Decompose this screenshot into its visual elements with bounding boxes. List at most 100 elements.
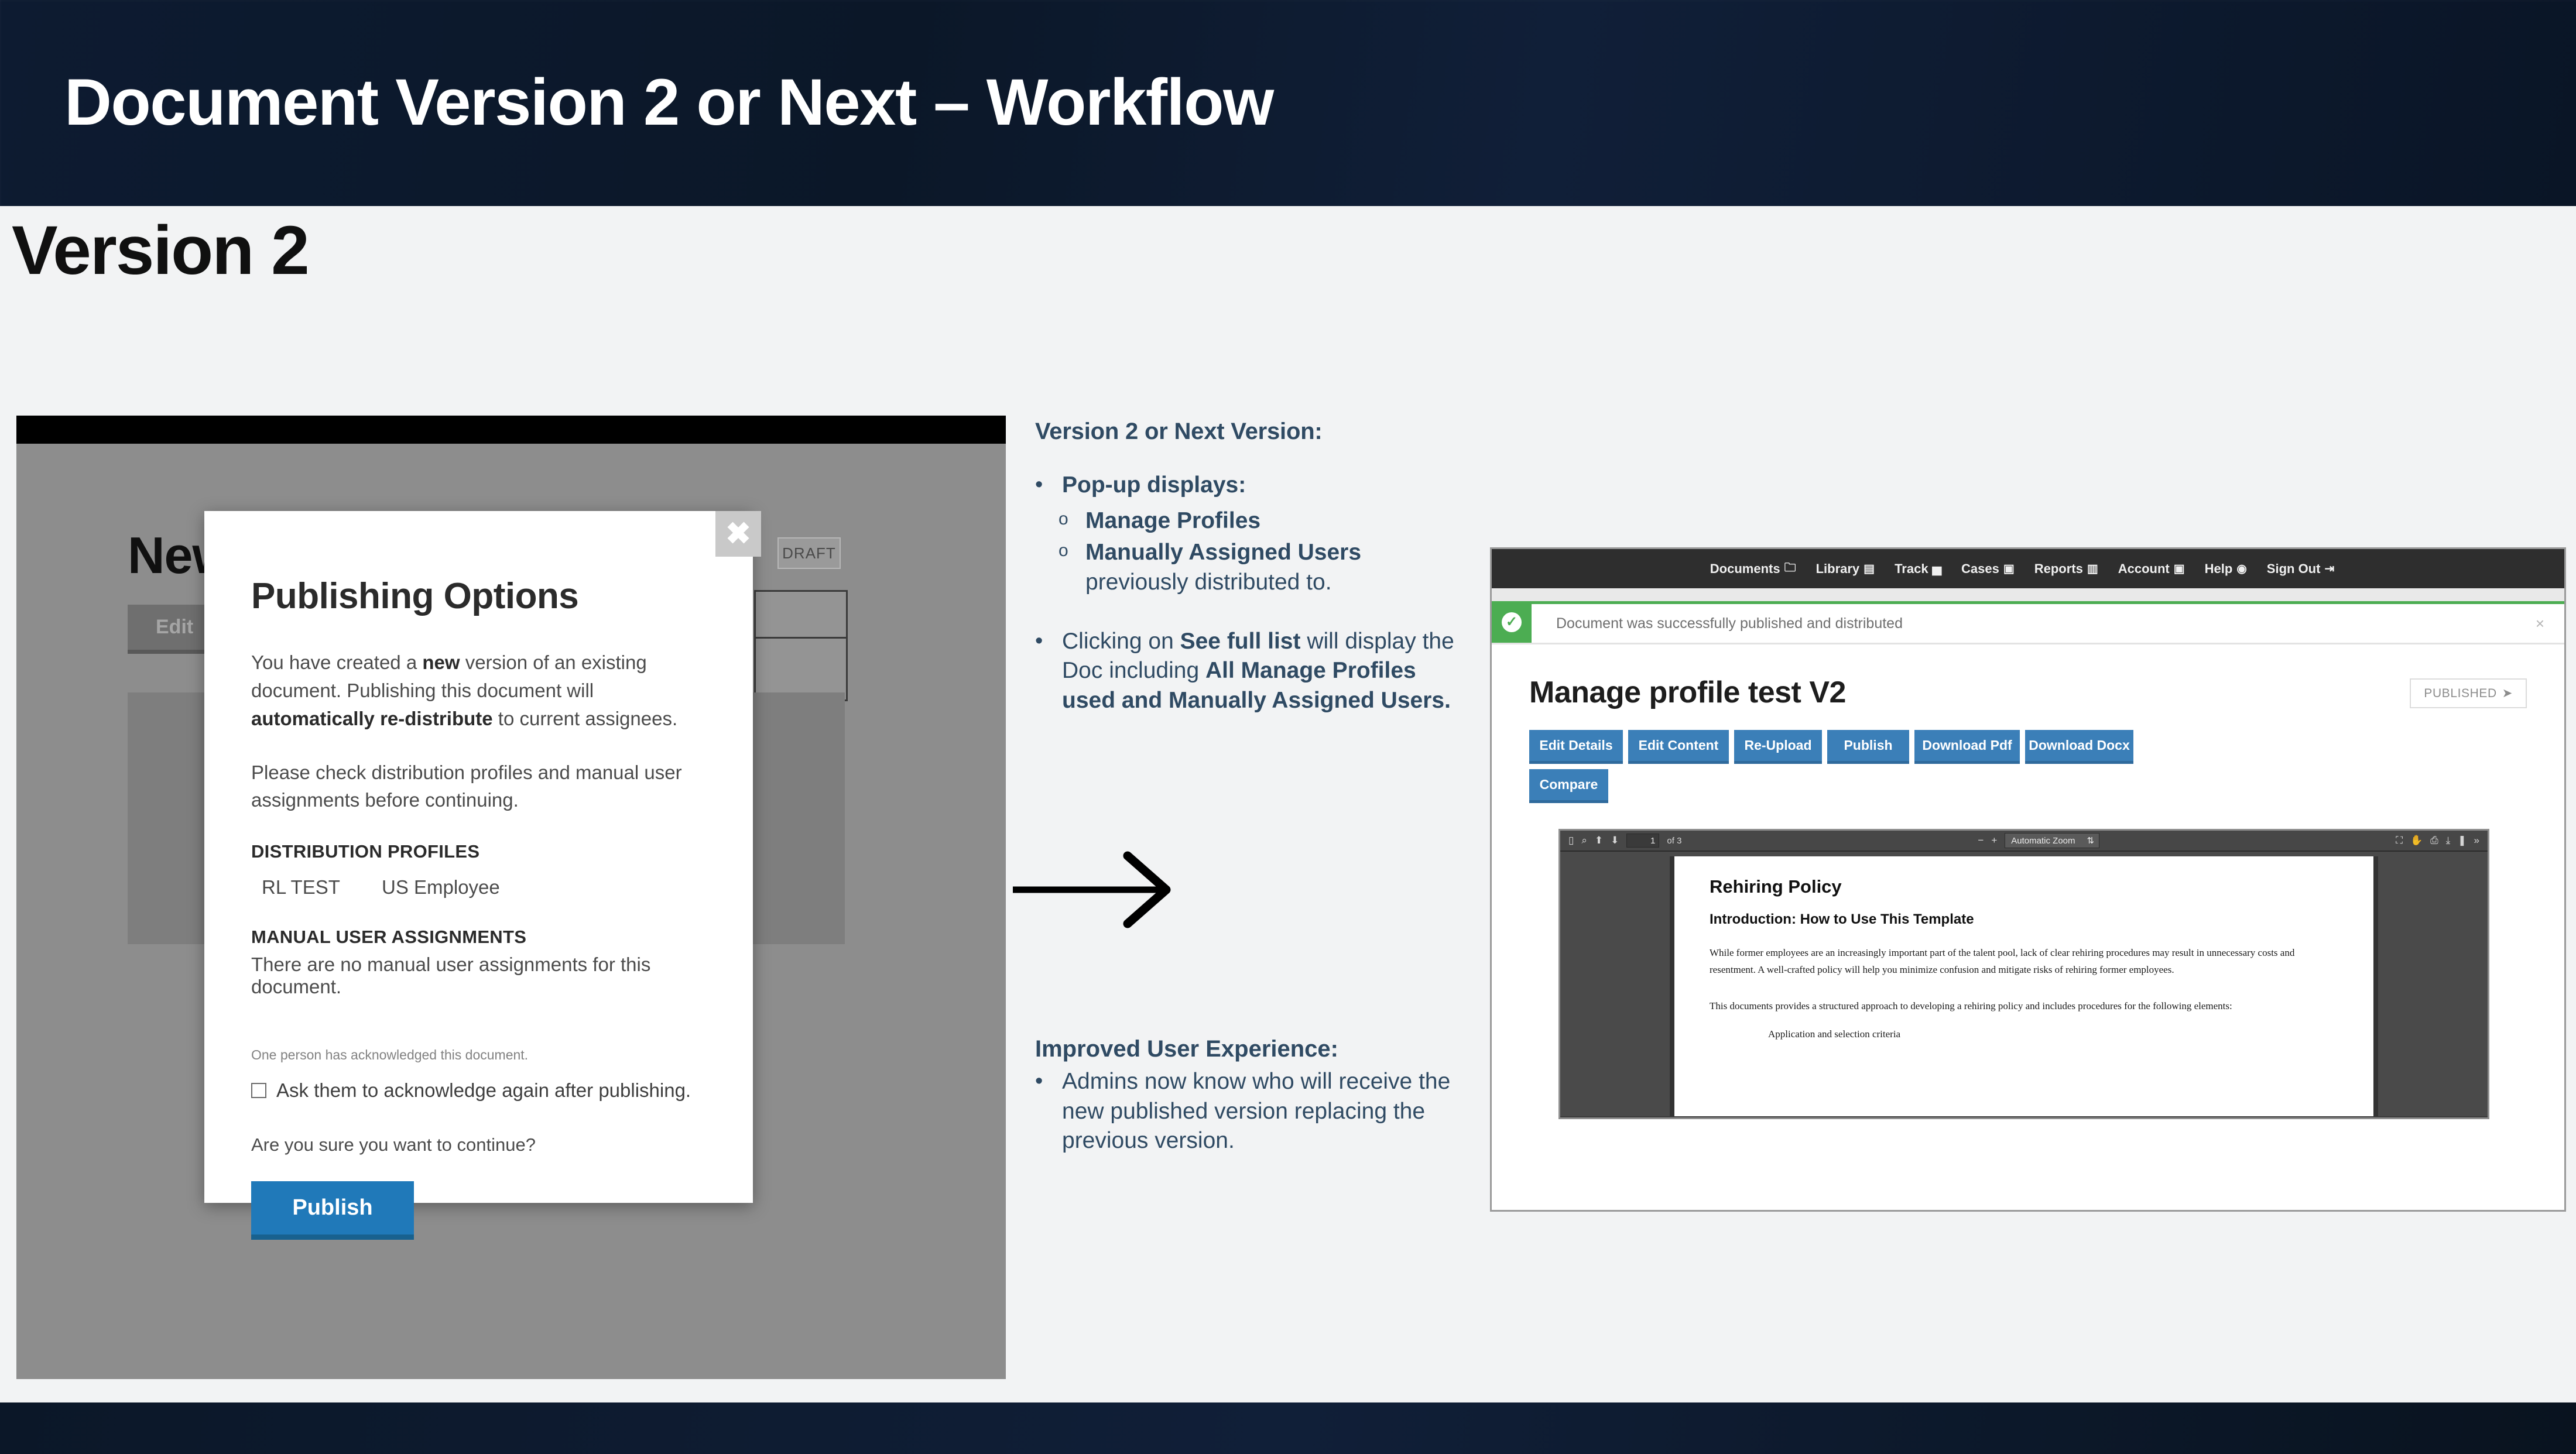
annotation-block-2: Improved User Experience: • Admins now k… <box>1035 1036 1468 1162</box>
send-icon: ➤ <box>2502 687 2513 700</box>
folder-icon: 🗀 <box>1784 561 1796 574</box>
distribution-profiles-list: RL TEST US Employee <box>251 876 706 899</box>
sidebar-toggle-icon[interactable]: ▯ <box>1568 835 1574 846</box>
nav-item-sign-out[interactable]: Sign Out ⇥ <box>2267 561 2334 577</box>
success-check-icon: ✓ <box>1492 601 1532 643</box>
right-screenshot: Documents 🗀 Library ▤ Track ▅ Cases ▣ Reports ▥ Ac… <box>1490 547 2566 1212</box>
list-icon: ▥ <box>2087 563 2098 575</box>
sub-bullet-item: o Manage Profiles <box>1059 506 1468 536</box>
fullscreen-icon[interactable]: ⛶ <box>2396 835 2403 846</box>
download-docx-button[interactable]: Download Docx <box>2025 730 2133 764</box>
bullet-text: Clicking on See full list will display t… <box>1062 627 1468 716</box>
edit-content-button[interactable]: Edit Content <box>1628 730 1729 764</box>
sub-bullet-text: Manually Assigned Users previously distr… <box>1085 538 1468 597</box>
left-screenshot: New DRAFT Edit ✖ Publishing Options You … <box>16 416 1006 1379</box>
pdf-doc-heading: Rehiring Policy <box>1710 876 1842 897</box>
publish-button[interactable]: Publish <box>1827 730 1909 764</box>
nav-item-documents[interactable]: Documents 🗀 <box>1710 559 1796 579</box>
annotation-block-1: Version 2 or Next Version: • Pop-up disp… <box>1035 419 1468 722</box>
para1-part-c: to current assignees. <box>492 707 678 729</box>
nav-item-cases[interactable]: Cases ▣ <box>1961 561 2015 577</box>
question-circle-icon: ◉ <box>2236 563 2247 575</box>
id-card-icon: ▣ <box>2173 563 2185 575</box>
page-title: Document Version 2 or Next – Workflow <box>64 66 1274 139</box>
zoom-level-label: Automatic Zoom <box>2011 835 2075 846</box>
document-detail-panel: Manage profile test V2 PUBLISHED ➤ Edit … <box>1492 644 2564 1119</box>
download-pdf-button[interactable]: Download Pdf <box>1914 730 2020 764</box>
acknowledge-again-label: Ask them to acknowledge again after publ… <box>276 1079 691 1102</box>
re-upload-button[interactable]: Re-Upload <box>1734 730 1822 764</box>
page-number-input[interactable]: 1 <box>1626 834 1660 848</box>
pdf-page: Rehiring Policy Introduction: How to Use… <box>1670 856 2378 1116</box>
zoom-level-select[interactable]: Automatic Zoom ⇅ <box>2005 833 2100 848</box>
sub-bullet-regular: previously distributed to. <box>1085 570 1332 595</box>
nav-item-label: Cases <box>1961 561 1999 576</box>
chevrons-right-icon[interactable]: » <box>2474 835 2479 846</box>
pdf-canvas[interactable]: Rehiring Policy Introduction: How to Use… <box>1560 852 2488 1116</box>
chart-icon: ▅ <box>1932 563 1941 575</box>
document-action-buttons: Edit Details Edit Content Re-Upload Publish… <box>1529 730 2150 803</box>
download-icon[interactable]: ⤓ <box>2446 835 2451 846</box>
close-icon[interactable]: ✖ <box>715 511 761 557</box>
pdf-viewer: ▯ ⌕ ⬆ ⬇ 1 of 3 − + Automatic Zoom ⇅ ⛶ ✋ <box>1558 829 2489 1119</box>
modal-paragraph-2: Please check distribution profiles and m… <box>251 761 682 811</box>
annotation-1-heading: Version 2 or Next Version: <box>1035 419 1323 444</box>
nav-item-reports[interactable]: Reports ▥ <box>2034 561 2098 577</box>
bookmark-icon[interactable]: ❚ <box>2458 835 2466 846</box>
bullet2-part-a: Clicking on <box>1062 628 1180 654</box>
printer-icon[interactable]: ⎙ <box>2430 835 2438 846</box>
acknowledge-again-checkbox[interactable] <box>251 1083 266 1099</box>
bullet-dot-icon: • <box>1035 628 1043 653</box>
pdf-doc-paragraph-1: While former employees are an increasing… <box>1710 947 2295 976</box>
slide-footer-band <box>0 1402 2576 1454</box>
nav-item-label: Help <box>2204 561 2233 576</box>
publishing-options-modal: ✖ Publishing Options You have created a … <box>204 511 761 1240</box>
sub-bullet-circle-icon: o <box>1059 509 1068 529</box>
sub-bullet-text: Manage Profiles <box>1085 507 1261 533</box>
sub-bullet-circle-icon: o <box>1059 541 1068 561</box>
nav-item-account[interactable]: Account ▣ <box>2118 561 2185 577</box>
hand-icon[interactable]: ✋ <box>2410 835 2423 846</box>
publish-button[interactable]: Publish <box>251 1181 414 1240</box>
para1-part-a: You have created a <box>251 651 423 673</box>
compare-button[interactable]: Compare <box>1529 769 1608 803</box>
arrow-down-icon[interactable]: ⬇ <box>1611 835 1619 846</box>
bullet2-bold-see-full-list: See full list <box>1180 628 1301 654</box>
nav-item-help[interactable]: Help ◉ <box>2205 561 2247 577</box>
manual-assignments-note: There are no manual user assignments for… <box>251 954 651 998</box>
para1-bold-redistribute: automatically re-distribute <box>251 707 493 729</box>
sub-bullet-bold: Manually Assigned Users <box>1085 540 1362 565</box>
bullet-item: • Clicking on See full list will display… <box>1035 627 1468 716</box>
bullet-text: Pop-up displays: <box>1062 472 1246 498</box>
nav-item-label: Library <box>1815 561 1860 576</box>
document-title: Manage profile test V2 <box>1529 675 1846 709</box>
distribution-profiles-label: DISTRIBUTION PROFILES <box>251 841 480 862</box>
bullet-dot-icon: • <box>1035 472 1043 497</box>
pdf-doc-list-item: Application and selection criteria <box>1768 1028 1901 1040</box>
alert-close-icon[interactable]: × <box>2536 615 2544 633</box>
search-icon[interactable]: ⌕ <box>1581 835 1587 846</box>
chevron-updown-icon: ⇅ <box>2087 836 2095 846</box>
status-badge: DRAFT <box>777 537 841 569</box>
profile-item: RL TEST <box>262 876 340 899</box>
manual-assignments-label: MANUAL USER ASSIGNMENTS <box>251 927 527 948</box>
nav-item-track[interactable]: Track ▅ <box>1895 561 1941 577</box>
edit-details-button[interactable]: Edit Details <box>1529 730 1623 764</box>
acknowledge-again-row[interactable]: Ask them to acknowledge again after publ… <box>251 1079 706 1102</box>
nav-divider <box>1492 588 2564 601</box>
success-alert: ✓ Document was successfully published an… <box>1492 601 2564 644</box>
alert-message: Document was successfully published and … <box>1556 615 1903 632</box>
zoom-out-button[interactable]: − <box>1978 835 1984 846</box>
bullet-item: • Admins now know who will receive the n… <box>1035 1067 1468 1156</box>
modal-paragraph-1: You have created a new version of an exi… <box>251 649 706 733</box>
exit-icon: ⇥ <box>2324 563 2335 575</box>
nav-item-label: Account <box>2118 561 2170 576</box>
zoom-in-button[interactable]: + <box>1991 835 1997 846</box>
app-navigation-bar: Documents 🗀 Library ▤ Track ▅ Cases ▣ Reports ▥ Ac… <box>1492 549 2564 588</box>
field-box-lower <box>754 637 848 701</box>
page-total-label: of 3 <box>1667 835 1682 846</box>
nav-item-library[interactable]: Library ▤ <box>1816 561 1875 577</box>
annotation-1-bullets: • Pop-up displays: o Manage Profiles o M… <box>1035 471 1468 716</box>
arrow-up-icon[interactable]: ⬆ <box>1595 835 1603 846</box>
pdf-doc-paragraph-2: This documents provides a structured app… <box>1710 1000 2232 1012</box>
